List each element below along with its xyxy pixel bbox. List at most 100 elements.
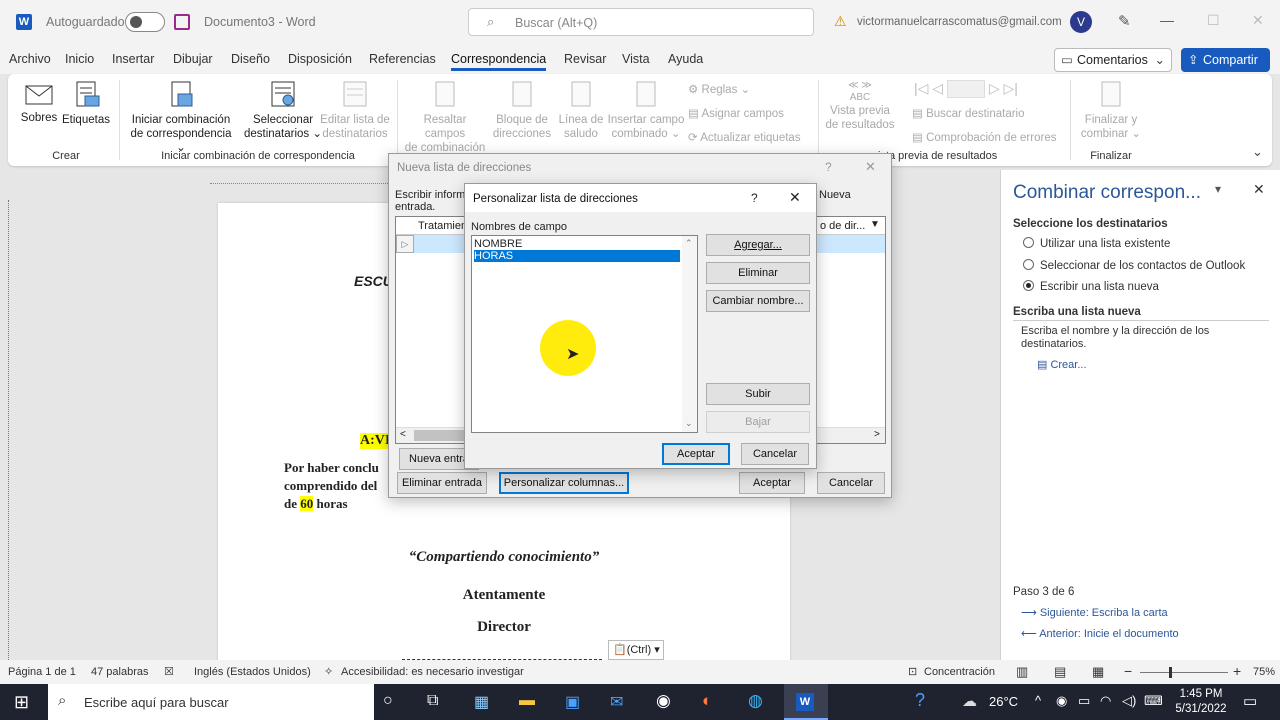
tray-app-icon[interactable]: ▭ — [1078, 693, 1090, 709]
print-layout-icon[interactable]: ▤ — [1054, 664, 1066, 680]
edge-icon[interactable]: ◍ — [748, 691, 763, 711]
tray-chevron-icon[interactable]: ^ — [1035, 693, 1041, 708]
radio-new[interactable] — [1023, 280, 1034, 291]
bajar-button[interactable]: Bajar — [706, 411, 810, 433]
prev-step-link[interactable]: ⟵ Anterior: Inicie el documento — [1021, 627, 1179, 640]
share-button[interactable]: ⇪ Compartir — [1181, 48, 1270, 72]
vertical-scrollbar[interactable]: ⌃ ⌄ — [682, 236, 697, 432]
word-taskbar-button[interactable]: W — [784, 684, 828, 720]
etiquetas-button[interactable]: Etiquetas — [62, 80, 110, 127]
outer-aceptar-button[interactable]: Aceptar — [739, 472, 805, 494]
scroll-up-icon[interactable]: ⌃ — [685, 238, 693, 249]
inner-cancelar-button[interactable]: Cancelar — [741, 443, 809, 465]
tab-disposicion[interactable]: Disposición — [288, 52, 352, 66]
agregar-button[interactable]: Agregar... — [706, 234, 810, 256]
tab-dibujar[interactable]: Dibujar — [173, 52, 213, 66]
file-explorer-icon[interactable]: ▬ — [519, 692, 535, 710]
focus-mode[interactable]: Concentración — [924, 666, 995, 678]
col-tratamiento[interactable]: Tratamient — [418, 220, 470, 232]
cortana-icon[interactable]: ○ — [383, 692, 393, 710]
eliminar-entrada-button[interactable]: Eliminar entrada — [397, 472, 487, 494]
page-count[interactable]: Página 1 de 1 — [8, 666, 76, 678]
comprobacion-errores-button[interactable]: ▤ Comprobación de errores — [912, 130, 1056, 144]
store-icon[interactable]: ▣ — [565, 692, 580, 712]
zoom-level[interactable]: 75% — [1253, 666, 1275, 678]
outer-help-icon[interactable]: ? — [825, 160, 832, 174]
eliminar-field-button[interactable]: Eliminar — [706, 262, 810, 284]
word-count[interactable]: 47 palabras — [91, 666, 149, 678]
web-layout-icon[interactable]: ▦ — [1092, 664, 1104, 680]
notifications-icon[interactable]: ▭ — [1243, 692, 1257, 710]
scroll-right-icon[interactable]: > — [874, 429, 880, 440]
inner-aceptar-button[interactable]: Aceptar — [662, 443, 730, 465]
tab-vista[interactable]: Vista — [622, 52, 650, 66]
col-dropdown-icon[interactable]: ▼ — [870, 219, 880, 230]
zoom-out-icon[interactable]: − — [1124, 663, 1132, 679]
save-icon[interactable] — [174, 14, 190, 30]
avatar[interactable]: V — [1070, 11, 1092, 33]
app-icon[interactable]: ◐ — [702, 691, 712, 711]
search-box[interactable]: ⌕ Buscar (Alt+Q) — [468, 8, 814, 36]
field-item-nombre[interactable]: NOMBRE — [474, 238, 680, 250]
subir-button[interactable]: Subir — [706, 383, 810, 405]
inner-close-icon[interactable]: ✕ — [789, 189, 801, 206]
option-new[interactable]: Escribir una lista nueva — [1023, 280, 1159, 293]
personalizar-columnas-button[interactable]: Personalizar columnas... — [499, 472, 629, 494]
tab-correspondencia[interactable]: Correspondencia — [451, 52, 547, 71]
outer-close-icon[interactable]: ✕ — [865, 159, 876, 175]
tab-inicio[interactable]: Inicio — [65, 52, 94, 66]
weather-icon[interactable]: ☁ — [962, 692, 977, 710]
actualizar-etiquetas-button[interactable]: ⟳ Actualizar etiquetas — [688, 130, 801, 144]
minimize-icon[interactable]: — — [1160, 12, 1174, 28]
vista-previa-button[interactable]: ≪ ≫ ABC Vista previa de resultados — [822, 80, 898, 132]
scroll-left-icon[interactable]: < — [400, 429, 406, 440]
reglas-button[interactable]: ⚙ Reglas ⌄ — [688, 82, 750, 96]
tab-insertar[interactable]: Insertar — [112, 52, 154, 66]
outer-cancelar-button[interactable]: Cancelar — [817, 472, 885, 494]
keyboard-icon[interactable]: ⌨ — [1144, 693, 1163, 709]
bloque-direcciones-button[interactable]: Bloque de direcciones — [490, 80, 554, 141]
tab-archivo[interactable]: Archivo — [9, 52, 51, 66]
tab-diseno[interactable]: Diseño — [231, 52, 270, 66]
zoom-in-icon[interactable]: + — [1233, 663, 1241, 679]
autosave-toggle[interactable] — [125, 12, 165, 32]
buscar-destinatario-button[interactable]: ▤ Buscar destinatario — [912, 106, 1025, 120]
tab-ayuda[interactable]: Ayuda — [668, 52, 703, 66]
accessibility-status[interactable]: Accesibilidad: es necesario investigar — [341, 666, 524, 678]
paste-options-button[interactable]: 📋(Ctrl) ▾ — [608, 640, 664, 660]
windows-start-icon[interactable]: ⊞ — [14, 692, 29, 713]
close-icon[interactable]: ✕ — [1252, 12, 1264, 29]
option-existing[interactable]: Utilizar una lista existente — [1023, 237, 1170, 250]
pane-close-icon[interactable]: ✕ — [1253, 181, 1265, 198]
proofing-icon[interactable]: ☒ — [164, 665, 174, 678]
language[interactable]: Inglés (Estados Unidos) — [194, 666, 311, 678]
sobres-button[interactable]: Sobres — [20, 82, 58, 125]
zoom-slider[interactable] — [1140, 667, 1228, 678]
linea-saludo-button[interactable]: Línea de saludo — [558, 80, 604, 141]
pen-icon[interactable]: ✎ — [1118, 12, 1131, 30]
wifi-icon[interactable]: ◠ — [1100, 693, 1111, 709]
taskbar-search[interactable]: ⌕ Escribe aquí para buscar — [48, 684, 374, 720]
calculator-icon[interactable]: ▦ — [474, 692, 489, 712]
clock[interactable]: 1:45 PM 5/31/2022 — [1168, 687, 1234, 717]
inner-help-icon[interactable]: ? — [751, 191, 758, 205]
warning-icon[interactable]: ⚠ — [834, 13, 847, 30]
radio-outlook[interactable] — [1023, 259, 1034, 270]
row-selector-icon[interactable]: ▷ — [396, 235, 414, 253]
comments-button[interactable]: ▭ Comentarios ⌄ — [1054, 48, 1172, 72]
collapse-ribbon-icon[interactable]: ⌄ — [1252, 144, 1263, 160]
asignar-campos-button[interactable]: ▤ Asignar campos — [688, 106, 784, 120]
iniciar-combinacion-button[interactable]: Iniciar combinación de correspondencia ⌄ — [126, 80, 236, 155]
scroll-down-icon[interactable]: ⌄ — [685, 418, 693, 429]
radio-existing[interactable] — [1023, 237, 1034, 248]
resaltar-campos-button[interactable]: Resaltar campos de combinación — [402, 80, 488, 155]
option-outlook[interactable]: Seleccionar de los contactos de Outlook — [1023, 259, 1245, 272]
task-view-icon[interactable]: ⧉ — [427, 692, 438, 710]
seleccionar-destinatarios-button[interactable]: Seleccionar destinatarios ⌄ — [240, 80, 326, 141]
insertar-campo-button[interactable]: Insertar campo combinado ⌄ — [606, 80, 686, 141]
field-list[interactable]: NOMBRE HORAS ⌃ ⌄ ➤ — [471, 235, 698, 433]
cambiar-nombre-button[interactable]: Cambiar nombre... — [706, 290, 810, 312]
zoom-thumb[interactable] — [1169, 667, 1172, 678]
volume-icon[interactable]: ◁) — [1122, 693, 1136, 709]
col-direccion[interactable]: o de dir... — [820, 220, 865, 232]
